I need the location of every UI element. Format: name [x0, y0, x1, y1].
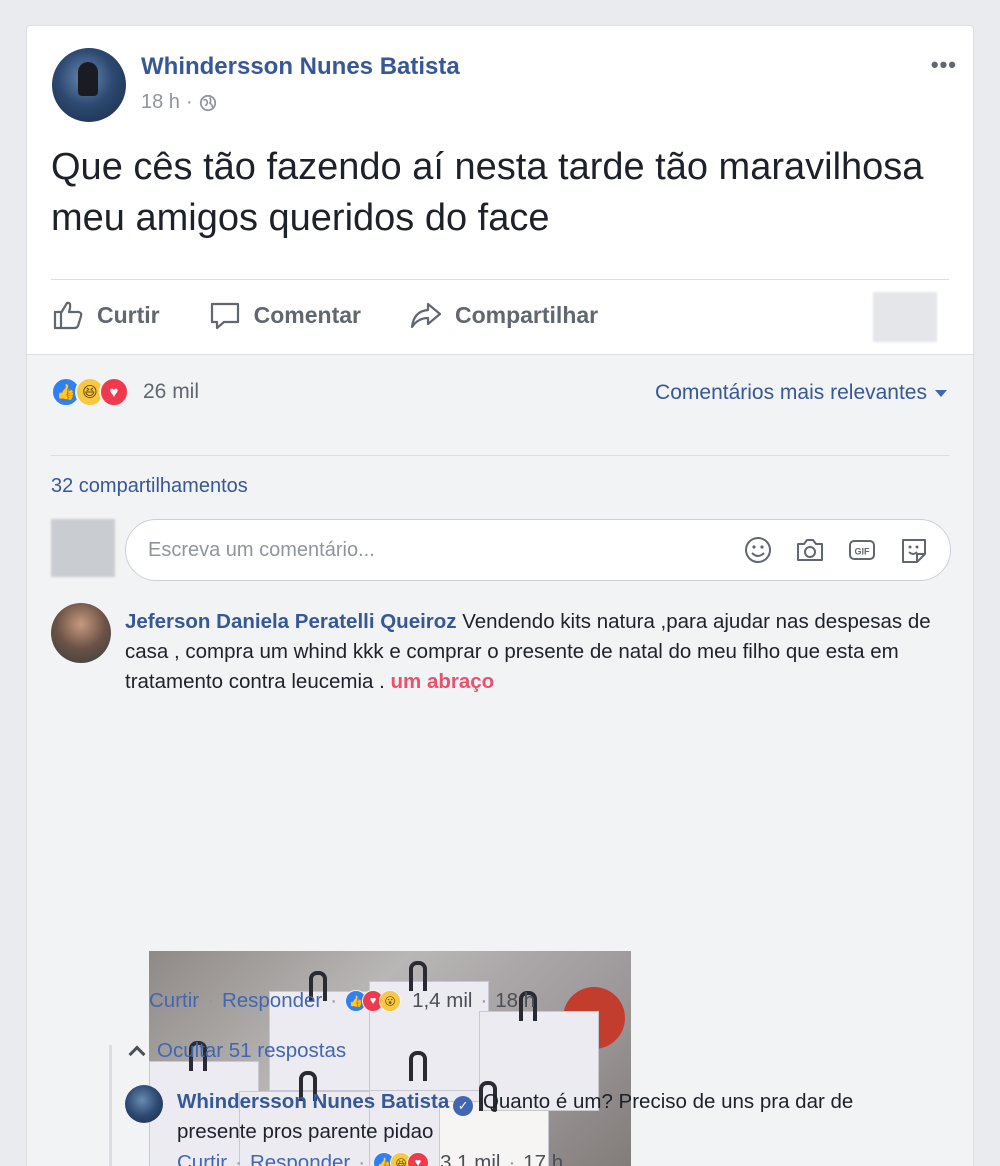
- comment-emphasis: um abraço: [390, 670, 495, 693]
- more-options-icon[interactable]: •••: [931, 52, 957, 78]
- reply-reactions-count: 3,1 mil: [440, 1151, 501, 1166]
- comment-button[interactable]: Comentar: [208, 298, 361, 332]
- post-time[interactable]: 18 h: [141, 91, 180, 114]
- verified-badge-icon: ✓: [453, 1096, 474, 1116]
- reply-thread-line: [109, 1045, 112, 1166]
- comment-reactions-count: 1,4 mil: [412, 989, 473, 1012]
- comment-like-link[interactable]: Curtir: [149, 989, 199, 1013]
- like-button[interactable]: Curtir: [51, 298, 160, 332]
- caret-down-icon: [935, 389, 947, 397]
- divider: [51, 279, 949, 280]
- globe-icon: [199, 94, 216, 111]
- gif-icon[interactable]: GIF: [846, 534, 878, 566]
- reactions-count: 26 mil: [143, 380, 200, 403]
- meta-separator: ·: [185, 91, 193, 113]
- post-author[interactable]: Whindersson Nunes Batista: [141, 53, 460, 81]
- comment-sort-dropdown[interactable]: Comentários mais relevantes: [655, 381, 947, 405]
- reply-reply-link[interactable]: Responder: [250, 1151, 350, 1166]
- post-meta: 18 h ·: [141, 91, 217, 114]
- emoji-icon[interactable]: [742, 534, 774, 566]
- reply-like-link[interactable]: Curtir: [177, 1151, 227, 1166]
- share-arrow-icon: [410, 302, 442, 329]
- love-reaction-icon: ♥: [407, 1152, 430, 1166]
- reactions-summary[interactable]: 👍 😆 ♥ 26 mil: [51, 377, 199, 407]
- reply-reaction-icons[interactable]: 👍 😆 ♥: [373, 1152, 430, 1166]
- comment-placeholder: Escreva um comentário...: [148, 538, 375, 561]
- hide-replies-link[interactable]: Ocultar 51 respostas: [128, 1039, 347, 1063]
- bag-handle: [409, 961, 427, 991]
- comment-meta: Curtir · Responder · 👍 ♥ 😮 1,4 mil · 18 …: [149, 989, 536, 1013]
- reaction-icons: 👍 😆 ♥: [51, 377, 129, 407]
- love-reaction-icon: ♥: [99, 377, 129, 407]
- reply-text: Whindersson Nunes Batista ✓ Quanto é um? …: [177, 1087, 897, 1147]
- reply-meta: Curtir · Responder · 👍 😆 ♥ 3,1 mil · 17 …: [177, 1151, 563, 1166]
- comments-section: 👍 😆 ♥ 26 mil Comentários mais relevantes…: [27, 354, 973, 1166]
- thumbs-up-icon: [53, 301, 83, 330]
- hide-replies-label: Ocultar 51 respostas: [157, 1039, 347, 1062]
- post-text: Que cês tão fazendo aí nesta tarde tão m…: [51, 146, 924, 239]
- bag-handle: [409, 1051, 427, 1081]
- comment-time[interactable]: 18 h: [495, 989, 535, 1013]
- sort-label: Comentários mais relevantes: [655, 381, 927, 404]
- post-actions: Curtir Comentar Compartilhar: [51, 292, 951, 338]
- like-label: Curtir: [97, 301, 160, 328]
- post-card: Whindersson Nunes Batista 18 h · ••• Que…: [26, 25, 974, 1166]
- chevron-up-icon: [128, 1045, 146, 1063]
- comment-reply-link[interactable]: Responder: [222, 989, 322, 1013]
- comment-label: Comentar: [253, 301, 361, 328]
- sticker-icon[interactable]: [898, 534, 930, 566]
- commenter-name[interactable]: Jeferson Daniela Peratelli Queiroz: [125, 610, 457, 633]
- commenter-avatar[interactable]: [51, 603, 111, 663]
- comment-input[interactable]: Escreva um comentário... GIF: [125, 519, 951, 581]
- wow-reaction-icon: 😮: [379, 990, 402, 1012]
- svg-text:GIF: GIF: [855, 547, 871, 557]
- divider: [51, 455, 949, 456]
- share-label: Compartilhar: [454, 301, 599, 328]
- comment-reaction-icons[interactable]: 👍 ♥ 😮: [345, 990, 402, 1012]
- comment-text: Jeferson Daniela Peratelli Queiroz Vende…: [125, 607, 935, 697]
- current-user-avatar: [51, 519, 115, 577]
- reply-time[interactable]: 17 h: [523, 1151, 563, 1166]
- share-as-avatar[interactable]: [873, 292, 937, 342]
- composer-icons: GIF: [742, 534, 930, 566]
- comment-icon: [210, 302, 239, 330]
- reply-author-avatar[interactable]: [125, 1085, 163, 1123]
- shares-count[interactable]: 32 compartilhamentos: [51, 475, 248, 498]
- camera-icon[interactable]: [794, 534, 826, 566]
- author-avatar[interactable]: [52, 48, 126, 122]
- reply-author-name[interactable]: Whindersson Nunes Batista: [177, 1090, 449, 1113]
- share-button[interactable]: Compartilhar: [409, 298, 598, 332]
